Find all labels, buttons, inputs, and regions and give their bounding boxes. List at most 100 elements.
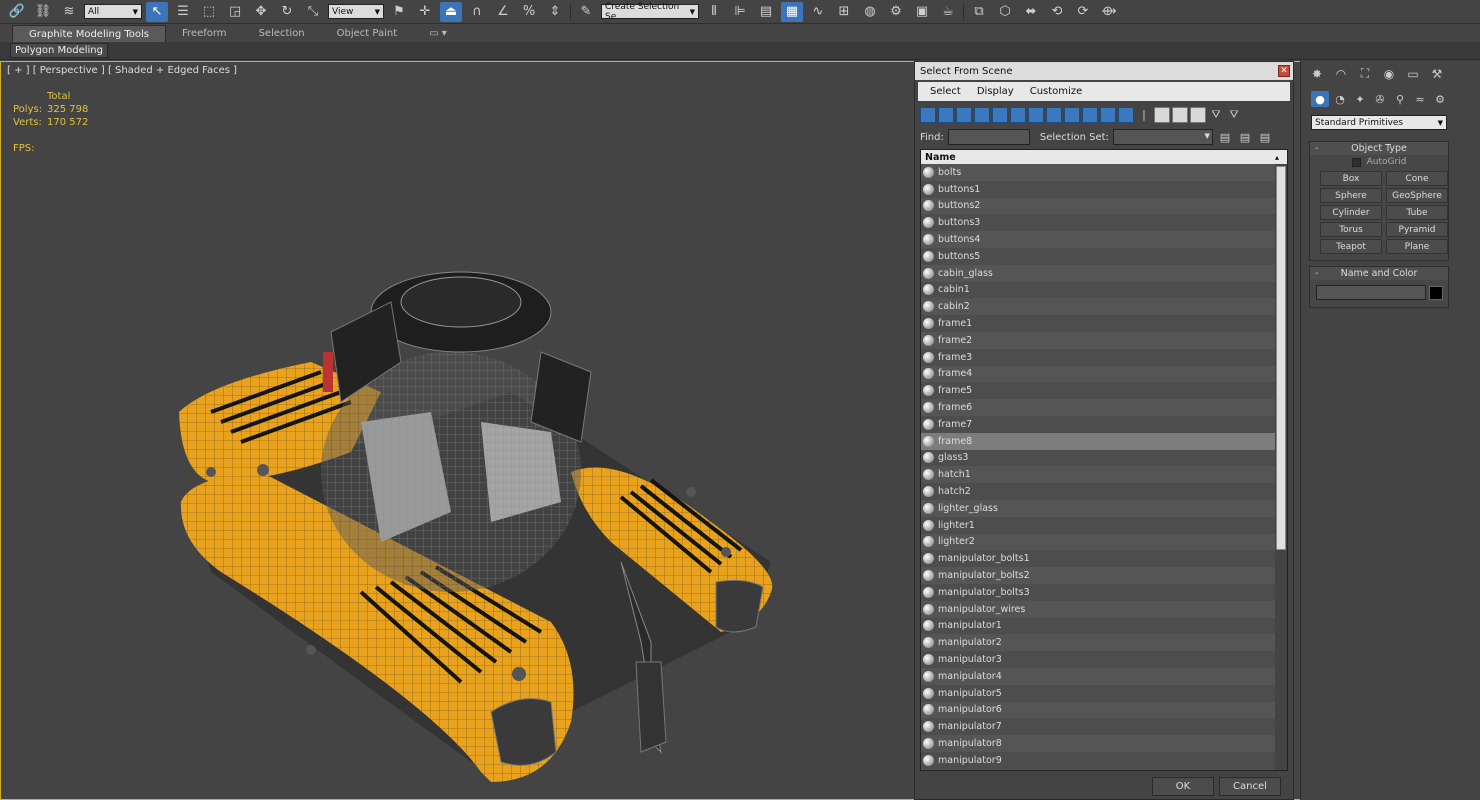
display-containers-icon[interactable]: [1082, 106, 1098, 123]
filter-icon[interactable]: ⛛: [1208, 107, 1224, 123]
list-item[interactable]: manipulator5: [921, 684, 1276, 702]
list-item[interactable]: manipulator8: [921, 735, 1276, 752]
named-selection-dropdown[interactable]: Create Selection Se ▼: [601, 2, 699, 22]
schematic-view-icon[interactable]: ⊞: [833, 2, 855, 22]
scene-object-list[interactable]: Name ▴ bolts buttons1 buttons2 buttons3 butt…: [920, 149, 1288, 771]
lights-icon[interactable]: ✦: [1351, 91, 1369, 107]
angle-snap-icon[interactable]: ∠: [492, 2, 514, 22]
select-none-icon[interactable]: [1172, 106, 1188, 123]
tube-button[interactable]: Tube: [1386, 205, 1448, 220]
unlink-icon[interactable]: ⛓: [32, 2, 54, 22]
list-item[interactable]: frame5: [921, 382, 1276, 400]
selection-set-dropdown[interactable]: ▼: [1112, 129, 1213, 145]
motion-tab-icon[interactable]: ◉: [1379, 65, 1399, 82]
display-groups-icon[interactable]: [1028, 106, 1044, 123]
utilities-tab-icon[interactable]: ⚒: [1427, 65, 1447, 82]
list-item[interactable]: glass3: [921, 449, 1276, 467]
list-item[interactable]: buttons4: [921, 231, 1276, 248]
tab-freeform[interactable]: Freeform: [166, 25, 243, 42]
cancel-button[interactable]: Cancel: [1219, 777, 1281, 796]
list-item[interactable]: manipulator2: [921, 634, 1276, 652]
list-item[interactable]: frame7: [921, 415, 1276, 433]
display-spacewarps-icon[interactable]: [1010, 106, 1026, 123]
list-item[interactable]: hatch2: [921, 483, 1276, 500]
list-item[interactable]: manipulator_bolts2: [921, 567, 1276, 584]
percent-snap-icon[interactable]: %: [518, 2, 540, 22]
keyboard-shortcut-icon[interactable]: ⏏: [440, 1, 462, 22]
spinner-snap-icon[interactable]: ⇕: [544, 2, 566, 22]
render-icon[interactable]: ☕: [937, 2, 959, 22]
plugin-d-icon[interactable]: ⟲: [1046, 2, 1068, 22]
plugin-f-icon[interactable]: ⟴: [1098, 2, 1120, 22]
align-icon[interactable]: ⊫: [729, 2, 751, 22]
plugin-a-icon[interactable]: ⧉: [968, 2, 990, 22]
object-name-field[interactable]: [1316, 285, 1426, 300]
select-all-icon[interactable]: [1154, 106, 1170, 123]
mirror-icon[interactable]: ⫴: [703, 2, 725, 22]
list-item[interactable]: frame1: [921, 315, 1276, 332]
list-item[interactable]: manipulator3: [921, 651, 1276, 668]
list-item[interactable]: manipulator1: [921, 617, 1276, 635]
list-item[interactable]: lighter_glass: [921, 499, 1276, 517]
snap-3d-icon[interactable]: ∩: [466, 2, 488, 22]
object-color-swatch[interactable]: [1429, 285, 1443, 300]
list-item[interactable]: bolts: [921, 164, 1276, 181]
list-item[interactable]: manipulator6: [921, 701, 1276, 719]
list-item[interactable]: cabin1: [921, 281, 1276, 299]
list-item[interactable]: frame8: [921, 432, 1276, 450]
box-button[interactable]: Box: [1320, 171, 1382, 186]
layer-manager-icon[interactable]: ▤: [755, 2, 777, 22]
sel-set-edit-icon[interactable]: ▤: [1257, 129, 1273, 145]
list-item[interactable]: manipulator4: [921, 667, 1276, 685]
submarine-model[interactable]: [151, 242, 791, 800]
plugin-c-icon[interactable]: ⬌: [1020, 2, 1042, 22]
object-type-header[interactable]: - Object Type: [1310, 142, 1448, 155]
list-item[interactable]: manipulator9: [921, 751, 1276, 769]
list-item[interactable]: buttons2: [921, 197, 1276, 215]
ok-button[interactable]: OK: [1152, 777, 1214, 796]
shapes-icon[interactable]: ◔: [1331, 91, 1349, 107]
spacewarps-icon[interactable]: ≈: [1411, 91, 1429, 107]
find-input[interactable]: [947, 129, 1030, 145]
list-item[interactable]: cabin2: [921, 298, 1276, 316]
list-item[interactable]: manipulator_bolts3: [921, 583, 1276, 601]
list-item[interactable]: manipulator_wires: [921, 600, 1276, 618]
display-lights-icon[interactable]: [956, 106, 972, 123]
pyramid-button[interactable]: Pyramid: [1386, 222, 1448, 237]
list-item[interactable]: frame6: [921, 399, 1276, 416]
polygon-modeling-panel[interactable]: Polygon Modeling: [10, 43, 108, 58]
plugin-b-icon[interactable]: ⬡: [994, 2, 1016, 22]
sel-set-add-icon[interactable]: ▤: [1217, 129, 1233, 145]
cylinder-button[interactable]: Cylinder: [1320, 205, 1382, 220]
list-item[interactable]: frame4: [921, 365, 1276, 383]
bind-spacewarp-icon[interactable]: ≋: [58, 2, 80, 22]
cameras-icon[interactable]: ✇: [1371, 91, 1389, 107]
display-xrefs-icon[interactable]: [1046, 106, 1062, 123]
list-scrollbar-thumb[interactable]: [1276, 166, 1286, 550]
sphere-button[interactable]: Sphere: [1320, 188, 1382, 203]
display-helpers-icon[interactable]: [992, 106, 1008, 123]
viewport-label[interactable]: [ + ] [ Perspective ] [ Shaded + Edged F…: [7, 65, 237, 76]
display-frozen-icon[interactable]: [1100, 106, 1116, 123]
edit-named-sel-icon[interactable]: ✎: [575, 2, 597, 22]
display-tab-icon[interactable]: ▭: [1403, 65, 1423, 82]
rotate-icon[interactable]: ↻: [276, 2, 298, 22]
list-item[interactable]: hatch1: [921, 466, 1276, 484]
list-item[interactable]: manipulator_bolts1: [921, 550, 1276, 568]
geometry-type-dropdown[interactable]: Standard Primitives ▼: [1311, 115, 1447, 130]
filter-options-icon[interactable]: ⛛: [1226, 107, 1242, 123]
list-item[interactable]: manipulator7: [921, 718, 1276, 736]
name-and-color-header[interactable]: - Name and Color: [1310, 267, 1448, 280]
menu-display[interactable]: Display: [977, 86, 1014, 97]
select-by-name-icon[interactable]: ☰: [172, 2, 194, 22]
select-object-icon[interactable]: ↖: [146, 1, 168, 22]
rect-region-icon[interactable]: ⬚: [198, 2, 220, 22]
window-crossing-icon[interactable]: ◲: [224, 2, 246, 22]
display-geometry-icon[interactable]: [920, 106, 936, 123]
menu-select[interactable]: Select: [930, 86, 961, 97]
graphite-toggle-icon[interactable]: ▦: [781, 1, 803, 22]
list-item[interactable]: lighter1: [921, 516, 1276, 534]
column-header-name[interactable]: Name ▴: [921, 150, 1287, 164]
list-item[interactable]: buttons1: [921, 180, 1276, 198]
selection-filter-dropdown[interactable]: All ▼: [84, 4, 142, 19]
